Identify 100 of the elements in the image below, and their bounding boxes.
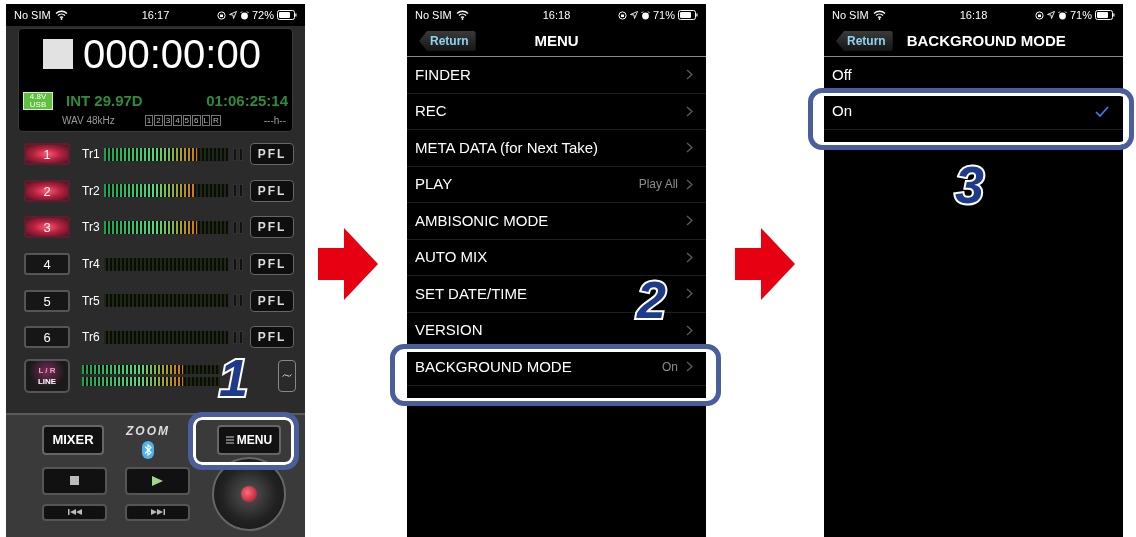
- checkmark-icon: [1095, 105, 1109, 117]
- step-number: 1: [219, 352, 248, 404]
- rotation-lock-icon: [1034, 10, 1044, 20]
- pfl-button[interactable]: PFL: [250, 216, 294, 239]
- menu-item[interactable]: META DATA (for Next Take): [415, 136, 599, 159]
- step-number: 2: [637, 274, 666, 326]
- screen-title: BACKGROUND MODE: [906, 30, 1066, 51]
- peak-indicator-icon: [233, 330, 243, 344]
- pfl-button[interactable]: PFL: [250, 253, 294, 276]
- track-indicator: 3: [163, 114, 173, 126]
- mixer-button[interactable]: MIXER: [42, 424, 104, 455]
- menu-item[interactable]: AUTO MIX: [415, 246, 488, 269]
- right-arrow: [318, 228, 378, 300]
- track-indicator: 5: [182, 114, 192, 126]
- option-row[interactable]: Off: [824, 57, 1123, 94]
- menu-button[interactable]: MENU: [217, 424, 281, 455]
- track-arm-button[interactable]: 2: [24, 179, 70, 202]
- location-icon: [228, 11, 237, 19]
- battery-percent: 71%: [1069, 7, 1092, 23]
- track-label: Tr4: [82, 256, 101, 274]
- pfl-button[interactable]: PFL: [250, 179, 294, 202]
- carrier-label: No SIM: [415, 7, 452, 23]
- play-icon: [152, 475, 163, 486]
- step-number: 3: [955, 159, 984, 211]
- screen-title: MENU: [534, 30, 579, 51]
- menu-item[interactable]: PLAY: [415, 173, 453, 196]
- chevron-icon: [686, 251, 693, 263]
- alarm-icon: [640, 10, 650, 20]
- side-tab-button[interactable]: [278, 359, 296, 392]
- alarm-icon: [239, 10, 249, 20]
- peak-indicator-icon: [233, 257, 243, 271]
- track-arm-button[interactable]: 1: [24, 143, 70, 166]
- counter-display: 000:00:00: [83, 34, 261, 74]
- track-indicator: 2: [154, 114, 163, 126]
- skip-forward-icon: [150, 509, 165, 516]
- track-arm-button[interactable]: 4: [24, 253, 70, 276]
- track-label: Tr3: [82, 219, 101, 237]
- track-indicator: 4: [173, 114, 182, 126]
- track-label: Tr2: [82, 182, 101, 200]
- pfl-button[interactable]: PFL: [250, 289, 294, 312]
- play-button[interactable]: [125, 466, 190, 495]
- stop-button[interactable]: [42, 466, 107, 495]
- bluetooth-icon: [142, 440, 154, 459]
- skip-back-icon: [67, 509, 82, 516]
- stop-icon: [70, 476, 79, 486]
- peak-indicator-icon: [233, 147, 243, 161]
- alarm-icon: [1057, 10, 1067, 20]
- menu-icon: [225, 435, 234, 444]
- track-arm-button[interactable]: 6: [24, 326, 70, 349]
- peak-indicator-icon: [233, 294, 243, 308]
- track-arm-button[interactable]: 3: [24, 216, 70, 239]
- option-row[interactable]: On: [824, 93, 1123, 130]
- brand-logo: ZOOM: [126, 424, 170, 437]
- menu-item[interactable]: SET DATE/TIME: [415, 282, 527, 305]
- carrier-label: No SIM: [832, 7, 869, 23]
- chevron-icon: [686, 288, 693, 300]
- track-indicator: R: [210, 114, 221, 126]
- carrier-label: No SIM: [14, 7, 51, 23]
- clock-time: 16:18: [542, 7, 571, 23]
- battery-icon: [1095, 10, 1115, 20]
- menu-item[interactable]: FINDER: [415, 63, 471, 86]
- track-indicator: L: [201, 114, 210, 126]
- pfl-button[interactable]: PFL: [250, 143, 294, 166]
- fast-forward-button[interactable]: [125, 503, 190, 521]
- peak-indicator-icon: [233, 221, 243, 234]
- power-badge: 4.8V USB: [23, 92, 53, 111]
- return-button[interactable]: Return: [836, 31, 893, 51]
- location-icon: [1046, 11, 1055, 19]
- right-arrow: [735, 228, 795, 300]
- track-indicator: 1: [144, 114, 154, 126]
- battery-percent: 71%: [652, 7, 675, 23]
- battery-percent: 72%: [251, 7, 274, 23]
- menu-item-value: Play All: [638, 176, 678, 194]
- chevron-icon: [686, 178, 693, 190]
- wave-icon: [282, 373, 292, 379]
- track-indicator: 6: [192, 114, 201, 126]
- wifi-icon: [872, 10, 886, 20]
- menu-item[interactable]: REC: [415, 100, 447, 123]
- clock-time: 16:18: [959, 7, 988, 23]
- rotation-lock-icon: [617, 10, 627, 20]
- mix-source-button[interactable]: L / R LINE: [24, 358, 70, 393]
- menu-item-value: On: [662, 358, 678, 376]
- peak-indicator-icon: [233, 184, 243, 198]
- track-arm-button[interactable]: 5: [24, 289, 70, 312]
- file-format: WAV 48kHz: [62, 113, 115, 128]
- remaining-time: ---h--: [263, 113, 286, 128]
- battery-icon: [678, 10, 698, 20]
- track-label: Tr1: [82, 146, 101, 164]
- chevron-icon: [686, 324, 693, 336]
- wifi-icon: [54, 10, 68, 20]
- rewind-button[interactable]: [42, 503, 107, 521]
- menu-item[interactable]: AMBISONIC MODE: [415, 209, 549, 232]
- menu-item[interactable]: BACKGROUND MODE: [415, 355, 572, 378]
- return-button[interactable]: Return: [419, 31, 476, 51]
- wifi-icon: [455, 10, 469, 20]
- rotation-lock-icon: [216, 10, 226, 20]
- pfl-button[interactable]: PFL: [250, 326, 294, 349]
- menu-item[interactable]: VERSION: [415, 319, 483, 342]
- chevron-icon: [686, 105, 693, 117]
- chevron-icon: [686, 142, 693, 154]
